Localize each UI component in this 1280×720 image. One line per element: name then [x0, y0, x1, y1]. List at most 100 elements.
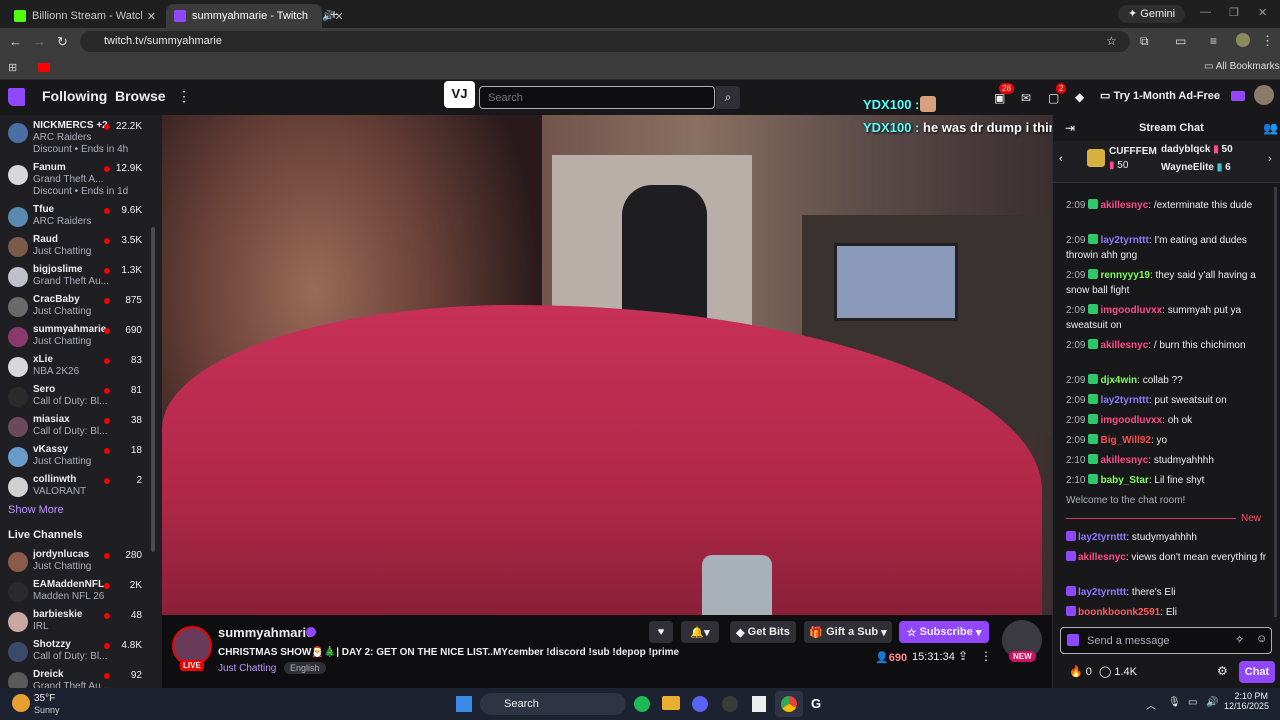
chat-username[interactable]: akillesnyc: [1078, 552, 1126, 563]
chat-username[interactable]: djx4win: [1100, 375, 1137, 386]
prime-icon[interactable]: [1231, 91, 1245, 101]
minimize-icon[interactable]: —: [1200, 6, 1211, 18]
browse-link[interactable]: Browse: [115, 88, 166, 104]
bookmark-star-icon[interactable]: ☆: [1106, 34, 1117, 48]
chat-username[interactable]: rennyyy19: [1100, 270, 1149, 281]
bits-count[interactable]: 🔥 0: [1069, 665, 1092, 678]
channel-row[interactable]: CracBaby Just Chatting 875: [0, 293, 160, 323]
channel-row[interactable]: barbieskie IRL 48: [0, 608, 160, 638]
window-close-icon[interactable]: ✕: [1258, 6, 1267, 19]
gemini-button[interactable]: ✦ Gemini: [1118, 5, 1186, 23]
media-icon[interactable]: ≡: [1210, 34, 1217, 48]
channel-row[interactable]: miasiax Call of Duty: Bl... 38: [0, 413, 160, 443]
share-icon[interactable]: ⇪: [958, 649, 968, 663]
spotify-icon[interactable]: [634, 696, 650, 712]
users-icon[interactable]: 👥: [1263, 121, 1278, 135]
chat-scrollbar[interactable]: [1274, 187, 1277, 617]
chat-username[interactable]: imgoodluvxx: [1100, 305, 1162, 316]
category-link[interactable]: Just Chatting: [218, 663, 276, 674]
more-menu-icon[interactable]: ⋮: [177, 88, 191, 105]
chat-username[interactable]: imgoodluvxx: [1100, 415, 1162, 426]
channel-row[interactable]: Tfue ARC Raiders 9.6K: [0, 203, 160, 233]
collapse-chat-icon[interactable]: ⇥: [1065, 121, 1075, 135]
channel-points[interactable]: ◯ 1.4K: [1099, 665, 1137, 678]
twitch-logo-icon[interactable]: [8, 88, 25, 106]
mic-icon[interactable]: 🎙: [1168, 697, 1181, 708]
chat-username[interactable]: akillesnyc: [1100, 340, 1148, 351]
channel-row[interactable]: summyahmarie Just Chatting 690: [0, 323, 160, 353]
language-tag[interactable]: English: [284, 662, 326, 674]
search-input[interactable]: [479, 86, 715, 109]
network-icon[interactable]: ▭: [1188, 697, 1197, 708]
browser-tab-2[interactable]: summyahmarie - Twitch 🔊 ✕: [166, 4, 344, 28]
chrome-icon[interactable]: [781, 696, 797, 712]
volume-icon[interactable]: 🔊: [1206, 697, 1218, 708]
following-link[interactable]: Following: [42, 88, 107, 104]
channel-row[interactable]: Raud Just Chatting 3.5K: [0, 233, 160, 263]
browser-tab-1[interactable]: Billionn Stream - Watch Live on ✕: [6, 4, 164, 28]
taskbar-clock[interactable]: 2:10 PM 12/16/2025: [1224, 691, 1269, 711]
chat-send-button[interactable]: Chat: [1239, 661, 1275, 683]
extensions-icon[interactable]: ⧉: [1140, 34, 1149, 49]
channel-name[interactable]: summyahmarie: [218, 625, 313, 640]
epic-games-icon[interactable]: [752, 696, 766, 712]
channel-row[interactable]: collinwth VALORANT 2: [0, 473, 160, 503]
chat-username[interactable]: akillesnyc: [1100, 455, 1148, 466]
file-explorer-icon[interactable]: [662, 696, 680, 710]
chat-settings-icon[interactable]: ⚙: [1217, 664, 1228, 678]
chat-username[interactable]: akillesnyc: [1100, 200, 1148, 211]
user-avatar[interactable]: [1254, 85, 1274, 105]
video-player[interactable]: YDX100 : he was dr dump i think: [162, 115, 1052, 615]
channel-row[interactable]: Shotzzy Call of Duty: Bl... 4.8K: [0, 638, 160, 668]
close-icon[interactable]: ✕: [147, 10, 156, 23]
youtube-bookmark-icon[interactable]: [38, 63, 50, 72]
all-bookmarks[interactable]: ▭ All Bookmarks: [1204, 61, 1280, 72]
channel-row[interactable]: Sero Call of Duty: Bl... 81: [0, 383, 160, 413]
taskbar-search[interactable]: Search: [480, 693, 626, 715]
maximize-icon[interactable]: ❐: [1229, 6, 1239, 19]
show-more-link[interactable]: Show More: [8, 504, 64, 516]
chat-username[interactable]: lay2tyrnttt: [1078, 587, 1126, 598]
channel-row[interactable]: NICKMERCS +2 ARC Raiders 22.2K Discount • E…: [0, 119, 160, 155]
discord-icon[interactable]: [692, 696, 708, 712]
sparkle-icon[interactable]: ✧: [1235, 633, 1244, 646]
sidebar-scrollbar[interactable]: [151, 227, 155, 552]
chat-badge-icon[interactable]: [1067, 634, 1079, 646]
back-icon[interactable]: ←: [9, 34, 22, 49]
search-icon[interactable]: ⌕: [716, 86, 740, 109]
menu-icon[interactable]: ⋮: [1261, 33, 1274, 49]
channel-row[interactable]: jordynlucas Just Chatting 280: [0, 548, 160, 578]
gift-sub-button[interactable]: 🎁 Gift a Sub ▾: [804, 621, 892, 643]
url-field[interactable]: twitch.tv/summyahmarie: [80, 31, 1130, 52]
subscribe-button[interactable]: ☆ Subscribe ▾: [899, 621, 989, 643]
get-bits-button[interactable]: ◆ Get Bits: [730, 621, 796, 643]
new-tab-icon[interactable]: +: [330, 6, 338, 22]
xbox-icon[interactable]: [722, 696, 738, 712]
chat-username[interactable]: Big_Will92: [1100, 435, 1150, 446]
chat-username[interactable]: lay2tyrnttt: [1100, 395, 1148, 406]
profile-avatar[interactable]: [1236, 33, 1250, 47]
channel-row[interactable]: bigjoslime Grand Theft Au... 1.3K: [0, 263, 160, 293]
chat-username[interactable]: lay2tyrnttt: [1100, 235, 1148, 246]
crown-icon[interactable]: ◆: [1075, 90, 1084, 104]
emote-picker-icon[interactable]: ☺: [1256, 633, 1267, 645]
chat-input[interactable]: Send a message ✧ ☺: [1060, 627, 1272, 654]
inbox-icon[interactable]: ✉: [1021, 91, 1031, 105]
more-options-icon[interactable]: ⋮: [980, 649, 992, 663]
prev-arrow-icon[interactable]: ‹: [1059, 153, 1063, 165]
extension-logo-icon[interactable]: VJ: [444, 81, 475, 108]
tray-chevron-icon[interactable]: ︿: [1146, 697, 1156, 712]
channel-row[interactable]: xLie NBA 2K26 83: [0, 353, 160, 383]
channel-row[interactable]: vKassy Just Chatting 18: [0, 443, 160, 473]
cast-icon[interactable]: ▭: [1175, 34, 1186, 48]
chat-username[interactable]: lay2tyrnttt: [1078, 532, 1126, 543]
channel-row[interactable]: EAMaddenNFL Madden NFL 26 2K: [0, 578, 160, 608]
next-arrow-icon[interactable]: ›: [1268, 153, 1272, 165]
apps-grid-icon[interactable]: ⊞: [8, 61, 17, 74]
windows-start-icon[interactable]: [456, 696, 472, 712]
chat-username[interactable]: baby_Star: [1100, 475, 1148, 486]
chat-username[interactable]: boonkboonk2591: [1078, 607, 1160, 618]
channel-row[interactable]: Fanum Grand Theft A... 12.9K Discount • End…: [0, 161, 160, 197]
forward-icon[interactable]: →: [33, 34, 46, 49]
weather-icon[interactable]: [12, 694, 30, 712]
